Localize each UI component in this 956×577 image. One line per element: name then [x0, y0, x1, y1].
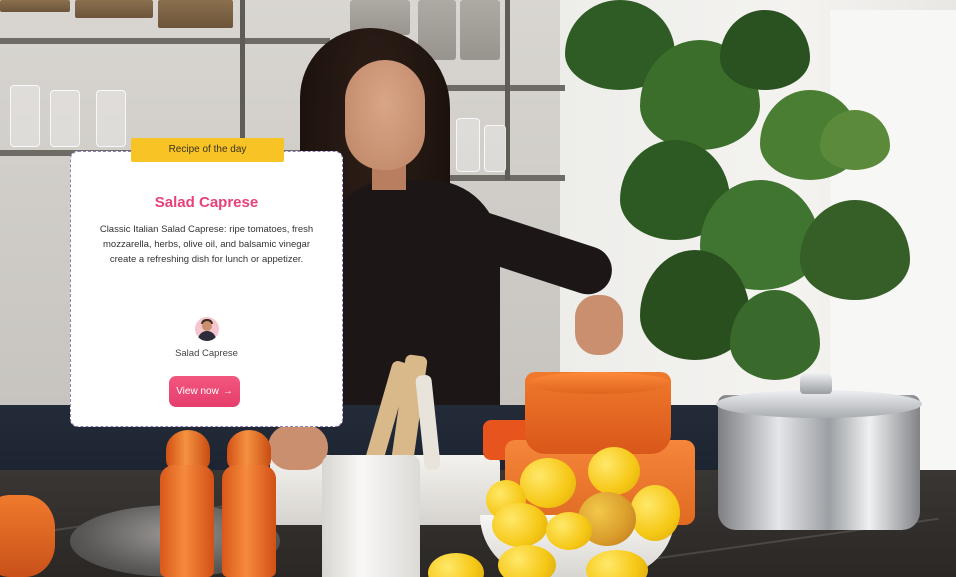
woman-hand	[575, 295, 623, 355]
avatar-head	[202, 321, 212, 331]
jar	[460, 0, 500, 60]
shelf	[430, 175, 565, 181]
shelf	[0, 38, 330, 44]
utensil-holder	[322, 455, 420, 577]
woman-hand	[268, 425, 328, 470]
shelf	[430, 85, 565, 91]
lemon	[498, 545, 556, 577]
recipe-card: Recipe of the day Salad Caprese Classic …	[70, 138, 343, 427]
wooden-box	[158, 0, 233, 28]
woman-face	[345, 60, 425, 170]
glass	[456, 118, 480, 172]
lemon	[588, 447, 640, 495]
arrow-right-icon: →	[222, 386, 233, 397]
recipe-of-the-day-badge: Recipe of the day	[131, 138, 284, 162]
wooden-box	[0, 0, 70, 12]
orange-pot-lid	[528, 372, 670, 394]
pepper-mill	[160, 465, 214, 577]
glass	[50, 90, 80, 147]
lemon	[492, 503, 548, 547]
glass	[10, 85, 40, 147]
author-avatar	[195, 317, 219, 341]
recipe-title: Salad Caprese	[154, 194, 259, 211]
lemon	[546, 512, 592, 550]
lemon	[520, 458, 576, 508]
salt-mill	[222, 465, 276, 577]
shelf-post	[240, 0, 245, 160]
glass	[484, 125, 506, 172]
orange-pan	[0, 495, 55, 577]
avatar-body	[198, 331, 216, 341]
view-now-button[interactable]: View now →	[169, 376, 240, 407]
wooden-box	[75, 0, 153, 18]
lemon	[630, 485, 680, 541]
recipe-description: Classic Italian Salad Caprese: ripe toma…	[99, 224, 314, 265]
view-now-label: View now	[176, 386, 219, 397]
pepper-mill-top	[166, 430, 210, 470]
salt-mill-top	[227, 430, 271, 470]
author-name: Salad Caprese	[175, 348, 238, 359]
steel-pot-lid	[716, 390, 922, 418]
glass	[96, 90, 126, 147]
steel-lid-knob	[800, 372, 832, 394]
